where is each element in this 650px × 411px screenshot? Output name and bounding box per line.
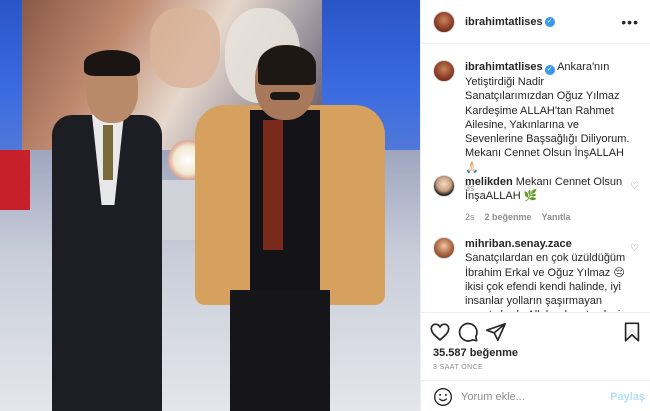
action-icons [429, 321, 643, 343]
comment-like-heart-icon[interactable]: ♡ [630, 181, 639, 192]
man-right-hair [258, 45, 316, 85]
reply-button[interactable]: Yanıtla [542, 210, 571, 224]
comment-time[interactable]: 2s [465, 210, 475, 224]
share-icon[interactable] [485, 321, 507, 343]
avatar[interactable] [433, 10, 455, 33]
caption-text: Ankara'nın Yetiştirdiği Nadir Sanatçılar… [465, 61, 630, 174]
comments-list: ibrahimtatlises ✓ Ankara'nın Yetiştirdiği… [421, 44, 650, 312]
bookmark-icon[interactable] [621, 321, 643, 343]
man-left-tie [103, 125, 113, 180]
caption-username[interactable]: ibrahimtatlises [465, 61, 543, 73]
comment-icon[interactable] [457, 321, 479, 343]
comment-item: melikden Mekanı Cennet Olsun İnşaALLAH 🌿… [433, 175, 643, 224]
man-right-mustache [270, 92, 300, 100]
man-right-tie [263, 120, 283, 250]
comment-likes[interactable]: 2 beğenme [485, 210, 532, 224]
comment-body: mihriban.senay.zace Sanatçılardan en çok… [465, 237, 635, 312]
like-heart-icon[interactable] [429, 321, 451, 343]
comment-username[interactable]: melikden [465, 176, 513, 188]
like-count[interactable]: 35.587 beğenme [433, 347, 518, 359]
comment-like-heart-icon[interactable]: ♡ [630, 243, 639, 254]
post-timestamp[interactable]: 3 SAAT ÖNCE [433, 364, 483, 371]
man-left-hair [84, 50, 140, 76]
avatar[interactable] [433, 175, 455, 197]
post-comment-button[interactable]: Paylaş [610, 391, 645, 403]
verified-icon: ✓ [544, 16, 555, 27]
red-chair [0, 150, 30, 210]
man-right-trousers [230, 290, 330, 411]
post-actions: 35.587 beğenme 3 SAAT ÖNCE Paylaş [421, 312, 650, 406]
comment-input[interactable] [461, 390, 601, 403]
post-image[interactable] [0, 0, 420, 411]
comment-text: Sanatçılardan en çok üzüldüğüm İbrahim E… [465, 252, 626, 312]
header-username[interactable]: ibrahimtatlises [465, 16, 543, 28]
emoji-icon[interactable] [433, 387, 453, 407]
add-comment-bar: Paylaş [421, 380, 650, 411]
post-side-panel: ibrahimtatlises ✓ ••• ibrahimtatlises ✓ A… [420, 0, 650, 411]
comment-username[interactable]: mihriban.senay.zace [465, 238, 572, 250]
verified-icon: ✓ [544, 65, 555, 75]
comment-body: melikden Mekanı Cennet Olsun İnşaALLAH 🌿… [465, 175, 635, 224]
comment-meta: 2s 2 beğenme Yanıtla [465, 210, 635, 224]
more-horizontal-icon[interactable]: ••• [621, 14, 639, 30]
post-header: ibrahimtatlises ✓ ••• [421, 0, 650, 44]
avatar[interactable] [433, 60, 455, 82]
comment-item: mihriban.senay.zace Sanatçılardan en çok… [433, 237, 643, 312]
screen-face [150, 8, 220, 88]
avatar[interactable] [433, 237, 455, 259]
